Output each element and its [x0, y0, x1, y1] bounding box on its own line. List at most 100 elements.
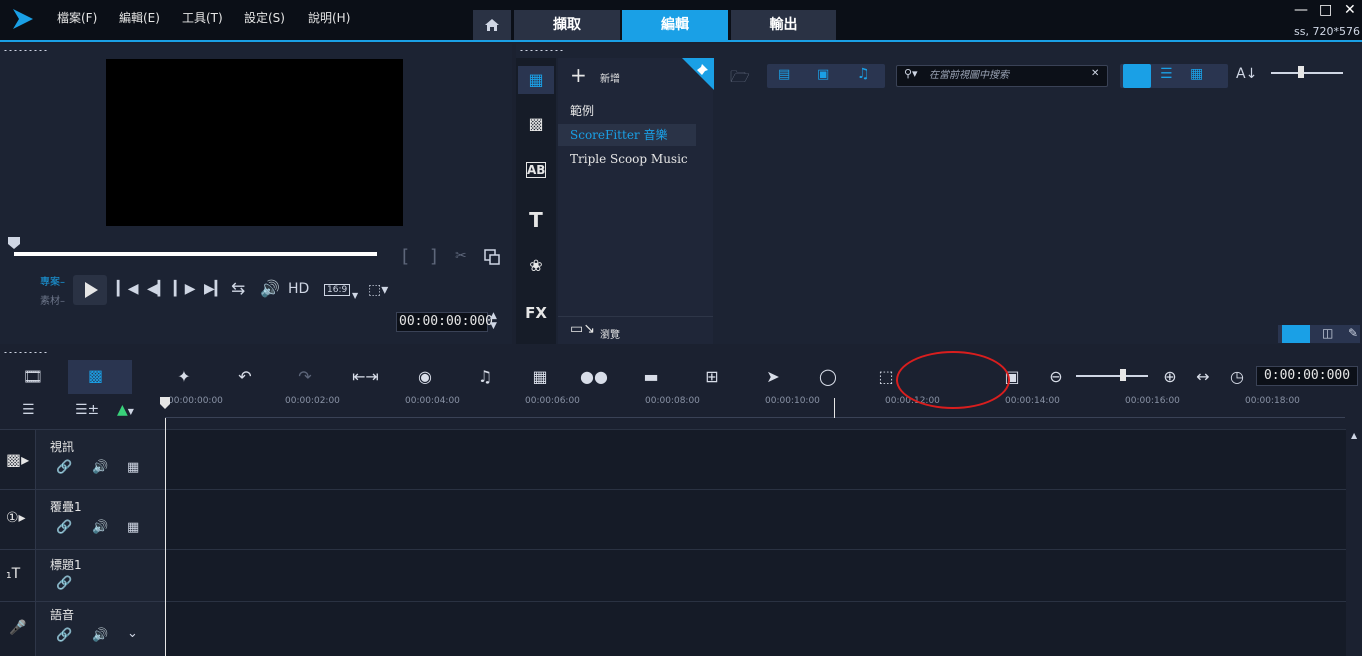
show-audio-icon[interactable]: ♫ [857, 66, 870, 82]
track-volume-icon[interactable]: 🔊 [92, 460, 108, 475]
panel-grip[interactable] [3, 49, 48, 52]
clear-search-icon[interactable]: ✕ [1091, 68, 1099, 79]
volume-icon[interactable]: 🔊 [260, 279, 280, 298]
search-icon[interactable]: ⚲▾ [904, 67, 918, 80]
selection-tool-icon[interactable]: ⬚▾ [368, 282, 388, 298]
browse-button[interactable]: 瀏覽 [600, 326, 620, 341]
track-voice[interactable]: 🎤 語音 🔗 🔊 ⌄ [0, 601, 165, 656]
menu-tools[interactable]: 工具(T) [182, 9, 223, 26]
panel-grip[interactable] [519, 49, 564, 52]
mask-icon[interactable]: ●● [580, 366, 608, 388]
enlarge-preview-icon[interactable] [484, 249, 500, 265]
pin-icon[interactable] [682, 58, 714, 90]
link-icon[interactable]: 🔗 [56, 460, 72, 475]
redo-icon[interactable]: ↷ [292, 366, 318, 388]
play-button[interactable] [73, 275, 107, 305]
tab-capture[interactable]: 擷取 [514, 10, 620, 40]
tree-item-triple-scoop[interactable]: Triple Scoop Music [558, 148, 696, 170]
show-photo-icon[interactable]: ▣ [817, 67, 829, 82]
undo-icon[interactable]: ↶ [232, 366, 258, 388]
subtitle-editor-icon[interactable]: ▬ [638, 366, 664, 388]
player-timecode[interactable]: 00:00:00:000 [396, 312, 493, 332]
filter-fx-icon[interactable]: FX [524, 304, 548, 326]
link-icon[interactable]: 🔗 [56, 520, 72, 535]
fit-timeline-icon[interactable]: ↔ [1190, 366, 1216, 388]
track-video[interactable]: ▩▸ 視訊 🔗 🔊 ▦ [0, 429, 165, 489]
layout-edit-icon[interactable]: ✎ [1348, 326, 1358, 340]
audio-mix-icon[interactable]: ♫ [472, 366, 498, 388]
browse-icon[interactable]: ▭↘ [570, 321, 595, 337]
mark-in-icon[interactable]: [ [402, 246, 409, 267]
search-input[interactable]: 在當前視圖中搜索 [896, 65, 1108, 87]
media-library-icon[interactable]: ▦ [518, 66, 554, 94]
motion-tracking-icon[interactable]: ➤ [760, 366, 786, 388]
graphics-icon[interactable]: ❀ [524, 256, 548, 278]
timeline-timecode[interactable]: 0:00:00:000 [1256, 366, 1358, 386]
layout-library-icon[interactable] [1282, 325, 1310, 343]
timecode-stepper[interactable]: ▲ ▼ [490, 311, 497, 331]
audio-ducking-icon[interactable]: ⌄ [127, 626, 138, 641]
tree-item-scorefitter[interactable]: ScoreFitter 音樂 [558, 124, 696, 146]
tab-edit[interactable]: 編輯 [622, 10, 728, 40]
overlay-track-lane[interactable] [166, 489, 1346, 549]
track-name[interactable]: 語音 [50, 606, 74, 623]
title-icon[interactable]: T [524, 208, 548, 232]
track-overlay[interactable]: ①▸ 覆疊1 🔗 🔊 ▦ [0, 489, 165, 549]
folder-add-icon[interactable]: 🗁 [730, 66, 750, 93]
track-manager-icon[interactable]: ☰ [22, 402, 35, 418]
record-capture-icon[interactable]: ◉ [412, 366, 438, 388]
clock-icon[interactable]: ◷ [1224, 366, 1250, 388]
video-track-lane[interactable] [166, 429, 1346, 489]
sort-icon[interactable]: A↓ [1236, 66, 1257, 82]
transition-icon[interactable]: AB [526, 162, 546, 178]
add-icon[interactable]: + [570, 63, 587, 87]
timeline-view-button[interactable]: ▩ [68, 360, 132, 394]
minimize-icon[interactable]: — [1294, 2, 1308, 18]
project-mode-label[interactable]: 專案– [40, 273, 65, 288]
go-to-start-icon[interactable]: ▎◀ [117, 281, 139, 297]
grid-view-icon[interactable]: ▦ [1190, 66, 1203, 82]
mark-out-icon[interactable]: ] [430, 246, 437, 267]
thumbnail-view-icon[interactable] [1123, 64, 1151, 88]
zoom-slider[interactable] [1076, 375, 1148, 377]
tab-share[interactable]: 輸出 [731, 10, 836, 40]
panel-grip[interactable] [3, 351, 48, 354]
track-volume-icon[interactable]: 🔊 [92, 628, 108, 643]
storyboard-view-icon[interactable]: 🎞 [20, 366, 46, 388]
link-icon[interactable]: 🔗 [56, 576, 72, 591]
preview-window[interactable] [106, 59, 403, 226]
fit-project-icon[interactable]: ⇤⇥ [352, 366, 379, 388]
show-video-icon[interactable]: ▤ [778, 67, 790, 82]
scroll-up-icon[interactable]: ▲ [1351, 431, 1357, 440]
zoom-in-icon[interactable]: ⊕ [1157, 366, 1183, 388]
go-to-end-icon[interactable]: ▶▎ [204, 281, 226, 297]
timeline-scrollbar[interactable]: ▲ [1348, 429, 1362, 656]
aspect-ratio-button[interactable]: 16:9 [324, 284, 351, 296]
tab-home[interactable] [473, 10, 511, 40]
voice-track-lane[interactable] [166, 601, 1346, 656]
layout-split-icon[interactable]: ◫ [1322, 326, 1333, 340]
tree-item-samples[interactable]: 範例 [558, 100, 696, 122]
playhead-icon[interactable] [159, 396, 171, 410]
clip-mode-label[interactable]: 素材– [40, 292, 65, 307]
previous-frame-icon[interactable]: ◀▎ [147, 281, 169, 297]
menu-file[interactable]: 檔案(F) [57, 9, 97, 26]
track-name[interactable]: 覆疊1 [50, 498, 82, 515]
link-icon[interactable]: 🔗 [56, 628, 72, 643]
menu-settings[interactable]: 設定(S) [244, 9, 285, 26]
instant-project-icon[interactable]: ▩ [524, 114, 548, 136]
scrubber-handle-icon[interactable] [7, 236, 21, 250]
thumbnail-size-slider[interactable] [1271, 72, 1343, 74]
slider-thumb[interactable] [1298, 66, 1304, 78]
menu-edit[interactable]: 編輯(E) [119, 9, 160, 26]
multi-cam-icon[interactable]: ▦ [527, 366, 553, 388]
maximize-icon[interactable]: □ [1319, 2, 1332, 18]
pan-zoom-icon[interactable]: ⬚ [873, 366, 899, 388]
track-title[interactable]: ₁T 標題1 🔗 [0, 549, 165, 601]
list-view-icon[interactable]: ☰ [1160, 66, 1173, 82]
next-frame-icon[interactable]: ▎▶ [174, 281, 196, 297]
repeat-icon[interactable]: ⇆ [231, 279, 245, 299]
split-scissors-icon[interactable]: ✂ [455, 248, 467, 264]
mosaic-icon[interactable]: ▦ [127, 520, 139, 535]
tracking-path-icon[interactable]: ◯ [815, 366, 841, 388]
